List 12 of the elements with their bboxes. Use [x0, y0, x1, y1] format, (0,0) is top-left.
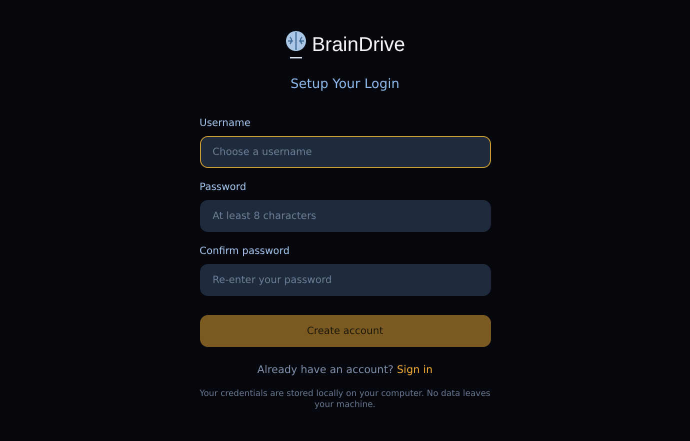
sign-in-link[interactable]: Sign in: [396, 364, 433, 376]
input-field[interactable]: At least 8 characters: [200, 200, 490, 232]
page-title: Setup Your Login: [290, 77, 400, 93]
signin-prompt: Already have an account?: [257, 364, 394, 376]
field-label: Username: [200, 117, 252, 130]
field-label: Password: [200, 181, 248, 194]
brand-name: BrainDrive: [312, 34, 406, 56]
input-field[interactable]: Choose a username: [200, 136, 490, 168]
input-field[interactable]: Re-enter your password: [200, 264, 490, 296]
field-label: Confirm password: [200, 245, 291, 258]
brain-icon: [284, 30, 307, 60]
privacy-note: Your credentials are stored locally on your computer. No data leaves your machine.: [198, 389, 492, 411]
